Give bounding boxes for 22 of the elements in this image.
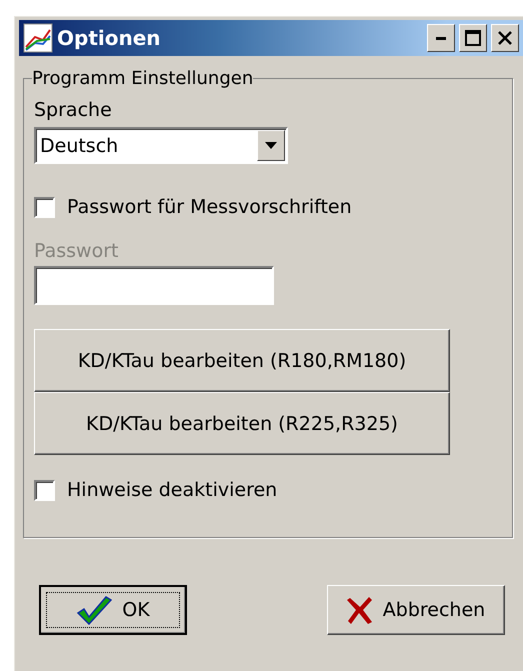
checkbox[interactable]	[34, 480, 55, 500]
chart-icon	[23, 23, 53, 53]
minimize-icon	[436, 36, 446, 40]
checkbox[interactable]	[34, 196, 55, 218]
ok-button[interactable]: OK	[39, 585, 187, 635]
language-dropdown[interactable]: Deutsch	[34, 127, 288, 164]
window-title: Optionen	[57, 26, 162, 50]
checkbox-label: Passwort für Messvorschriften	[67, 196, 352, 218]
edit-button[interactable]: KD/KTau bearbeiten (R225,R325)	[34, 392, 450, 455]
minimize-button[interactable]	[427, 24, 455, 52]
checkbox-label: Hinweise deaktivieren	[67, 479, 278, 501]
maximize-icon	[465, 30, 481, 46]
close-icon	[497, 31, 513, 45]
maximize-button[interactable]	[459, 24, 487, 52]
close-button[interactable]	[491, 24, 519, 52]
checkmark-icon	[76, 595, 112, 625]
edit-button[interactable]: KD/KTau bearbeiten (R180,RM180)	[34, 329, 450, 392]
password-label: Passwort	[34, 240, 118, 262]
cross-icon	[346, 595, 373, 625]
group-title: Programm Einstellungen	[32, 68, 254, 89]
cancel-button[interactable]: Abbrechen	[327, 585, 505, 635]
language-label: Sprache	[34, 99, 112, 121]
